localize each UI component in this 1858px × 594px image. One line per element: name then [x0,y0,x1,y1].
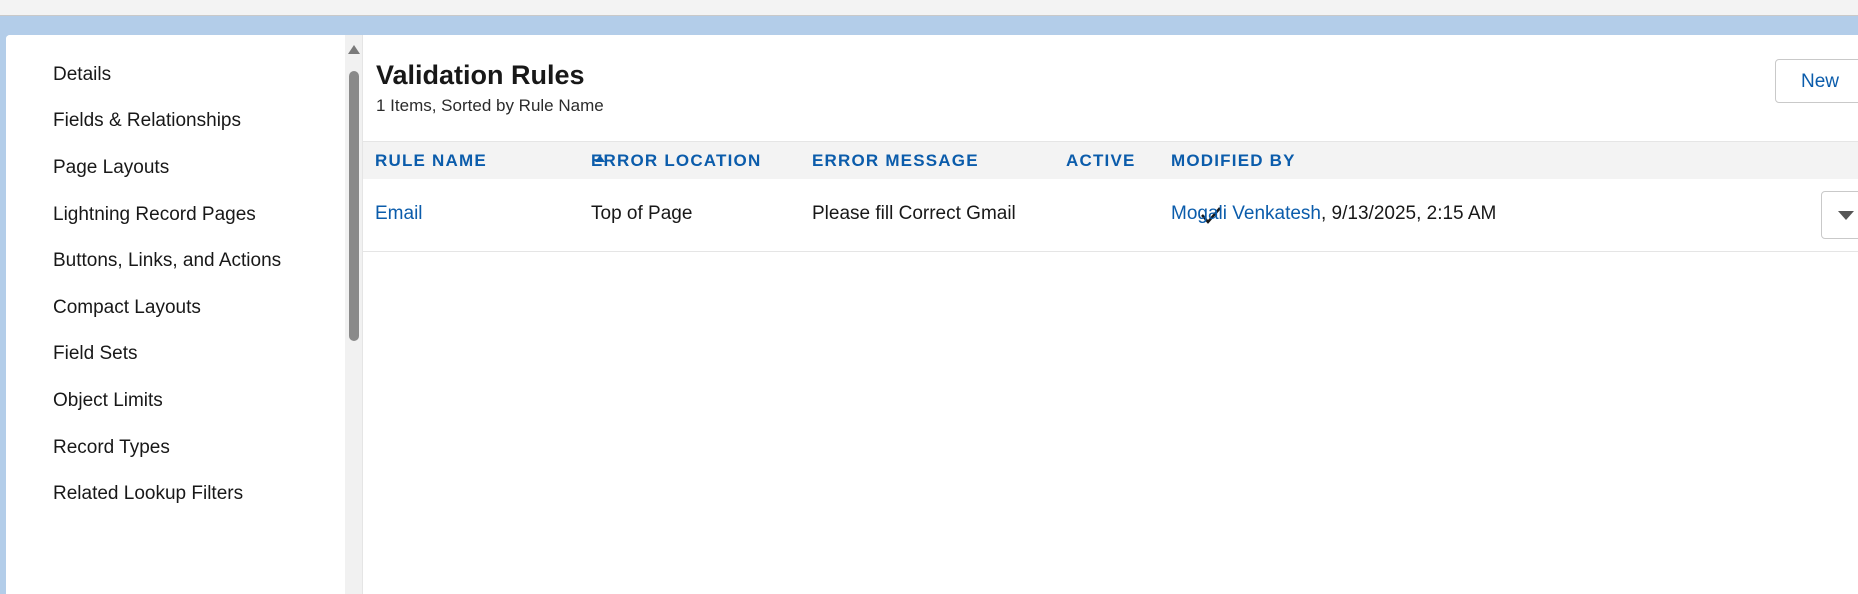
sidebar-item-record-types[interactable]: Record Types [53,437,170,459]
table-row: Email Top of Page Please fill Correct Gm… [363,179,1858,252]
list-summary: 1 Items, Sorted by Rule Name [376,96,604,115]
error-message-cell: Please fill Correct Gmail [812,203,1016,224]
sidebar-item-field-sets[interactable]: Field Sets [53,343,137,365]
modified-by-cell: Mogali Venkatesh, 9/13/2025, 2:15 AM [1171,203,1496,225]
column-header-error-message[interactable]: ERROR MESSAGE [812,151,979,171]
chevron-down-icon [1838,211,1854,220]
column-header-rule-name[interactable]: RULE NAME [375,151,487,171]
sidebar-scrollbar[interactable] [345,35,362,594]
top-header-bar [0,0,1858,16]
object-manager-sidebar: Details Fields & Relationships Page Layo… [6,35,363,594]
sidebar-item-lightning-record-pages[interactable]: Lightning Record Pages [53,204,256,226]
sidebar-item-compact-layouts[interactable]: Compact Layouts [53,297,201,319]
modified-by-user-link[interactable]: Mogali Venkatesh [1171,203,1321,224]
scroll-up-arrow-icon[interactable] [348,45,360,54]
rule-name-link[interactable]: Email [375,203,423,225]
sidebar-item-page-layouts[interactable]: Page Layouts [53,157,169,179]
sidebar-item-object-limits[interactable]: Object Limits [53,390,163,412]
column-header-active[interactable]: ACTIVE [1066,151,1136,171]
sidebar-item-fields-relationships[interactable]: Fields & Relationships [53,110,241,132]
table-header: RULE NAME ERROR LOCATION ERROR MESSAGE A… [363,141,1858,180]
column-header-modified-by[interactable]: MODIFIED BY [1171,151,1296,171]
row-actions-menu-button[interactable] [1821,191,1858,239]
scrollbar-thumb[interactable] [349,71,359,341]
modified-date: , 9/13/2025, 2:15 AM [1321,203,1497,224]
new-button[interactable]: New [1775,59,1858,103]
page-title: Validation Rules [376,60,585,90]
setup-panel: Details Fields & Relationships Page Layo… [6,35,1858,594]
sidebar-item-details[interactable]: Details [53,64,111,86]
error-location-cell: Top of Page [591,203,693,224]
column-header-error-location[interactable]: ERROR LOCATION [591,151,761,171]
validation-rules-panel: Validation Rules 1 Items, Sorted by Rule… [363,35,1858,594]
sidebar-item-related-lookup-filters[interactable]: Related Lookup Filters [53,483,243,505]
sidebar-item-buttons-links-actions[interactable]: Buttons, Links, and Actions [53,250,281,272]
